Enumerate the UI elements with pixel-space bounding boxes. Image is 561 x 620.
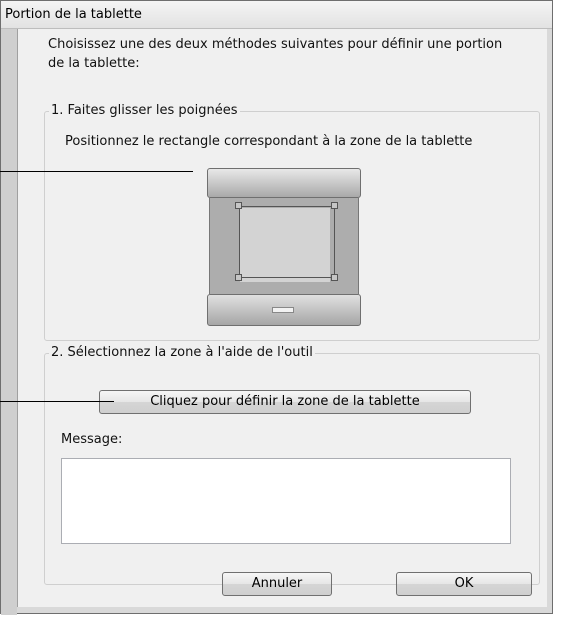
drag-handles-group: 1. Faites glisser les poignées Positionn… xyxy=(44,102,540,341)
dialog-window: Portion de la tablette Choisissez une de… xyxy=(0,0,553,615)
resize-handle-bottom-left[interactable] xyxy=(235,274,242,281)
tablet-top-bar xyxy=(207,168,361,198)
resize-handle-top-left[interactable] xyxy=(235,202,242,209)
message-label: Message: xyxy=(61,432,123,447)
callout-line-define xyxy=(0,401,114,402)
tablet-logo-icon xyxy=(272,307,294,313)
tablet-bottom-bar xyxy=(207,294,361,326)
message-field[interactable] xyxy=(61,458,511,544)
tablet-diagram xyxy=(207,168,361,326)
drag-handles-description: Positionnez le rectangle correspondant à… xyxy=(65,134,473,149)
resize-handle-bottom-right[interactable] xyxy=(331,274,338,281)
callout-line-drag xyxy=(0,171,193,172)
cancel-button[interactable]: Annuler xyxy=(222,572,332,596)
dialog-client-area: Choisissez une des deux méthodes suivant… xyxy=(17,29,547,607)
ok-button[interactable]: OK xyxy=(396,572,532,596)
intro-text: Choisissez une des deux méthodes suivant… xyxy=(48,37,503,71)
define-area-button[interactable]: Cliquez pour définir la zone de la table… xyxy=(99,390,471,414)
window-title: Portion de la tablette xyxy=(5,7,142,22)
select-tool-group-title: 2. Sélectionnez la zone à l'aide de l'ou… xyxy=(49,344,315,362)
resize-handle-top-right[interactable] xyxy=(331,202,338,209)
title-bar[interactable]: Portion de la tablette xyxy=(1,1,552,29)
window-frame-left xyxy=(1,29,17,615)
tablet-portion-rectangle[interactable] xyxy=(239,206,335,278)
select-tool-group: 2. Sélectionnez la zone à l'aide de l'ou… xyxy=(44,344,540,585)
tablet-body xyxy=(209,198,359,294)
drag-handles-group-title: 1. Faites glisser les poignées xyxy=(49,102,240,120)
